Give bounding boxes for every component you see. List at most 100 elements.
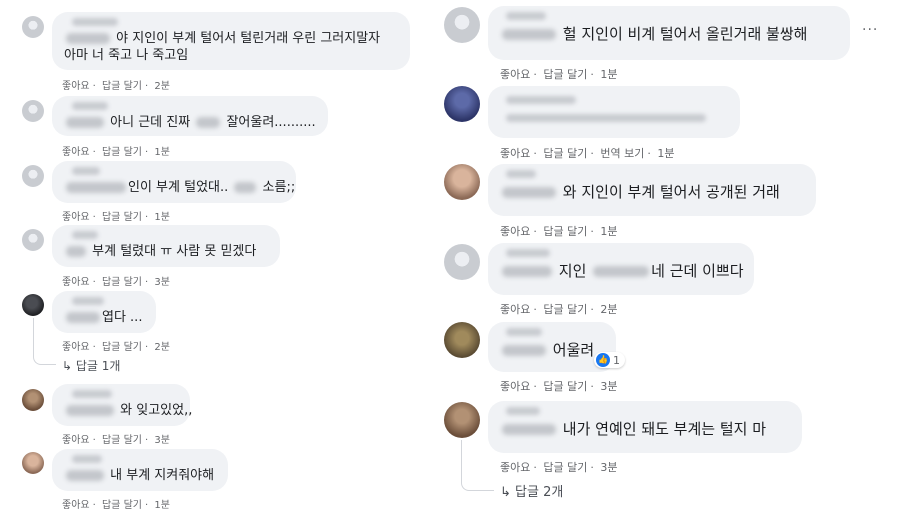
comment-bubble: 내 부계 지켜줘야해: [52, 449, 228, 491]
like-button[interactable]: 좋아요: [500, 380, 530, 393]
view-replies-link[interactable]: ↳ 답글 1개: [62, 357, 120, 374]
comment-text-line2: 아마 너 죽고 나 죽고임: [64, 48, 189, 63]
reply-button[interactable]: 답글 달기: [543, 461, 587, 474]
comment-text: 내가 연예인 돼도 부계는 털지 마: [562, 420, 767, 438]
author-name-blurred[interactable]: [506, 170, 536, 178]
comment-bubble: 엽다 ...: [52, 291, 156, 333]
author-name-blurred[interactable]: [72, 297, 104, 305]
reply-button[interactable]: 답글 달기: [543, 147, 587, 160]
reaction-count-badge[interactable]: 👍 1: [594, 352, 625, 368]
avatar[interactable]: [444, 322, 480, 358]
like-button[interactable]: 좋아요: [62, 500, 90, 511]
comment-actions: 좋아요 · 답글 달기 · 2분: [62, 342, 170, 353]
author-name-blurred[interactable]: [72, 18, 118, 26]
comment-bubble: 내가 연예인 돼도 부계는 털지 마: [488, 401, 802, 453]
comment-actions: 좋아요 · 답글 달기 · 3분: [500, 461, 618, 474]
author-name-blurred[interactable]: [72, 390, 112, 398]
timestamp[interactable]: 1분: [154, 212, 170, 223]
comment-text: 인이 부계 털었대..: [128, 180, 229, 195]
timestamp[interactable]: 3분: [154, 277, 170, 288]
comment-bubble: 지인 네 근데 이쁘다: [488, 243, 754, 295]
like-button[interactable]: 좋아요: [500, 461, 530, 474]
like-button[interactable]: 좋아요: [62, 435, 90, 446]
reply-button[interactable]: 답글 달기: [543, 380, 587, 393]
more-options-button[interactable]: ···: [862, 22, 878, 38]
like-button[interactable]: 좋아요: [62, 277, 90, 288]
comment-text: 어울려: [552, 341, 595, 359]
reply-button[interactable]: 답글 달기: [102, 342, 142, 353]
author-name-blurred[interactable]: [506, 12, 546, 20]
comment-bubble: 부계 털렸대 ㅠ 사람 못 믿겠다: [52, 225, 280, 267]
timestamp[interactable]: 2분: [600, 303, 617, 316]
comment-actions: 좋아요 · 답글 달기 · 1분: [62, 212, 170, 223]
timestamp[interactable]: 1분: [154, 147, 170, 158]
reply-button[interactable]: 답글 달기: [102, 277, 142, 288]
avatar[interactable]: [444, 402, 480, 438]
author-name-blurred[interactable]: [506, 96, 576, 104]
timestamp[interactable]: 1분: [600, 68, 617, 81]
avatar[interactable]: [444, 244, 480, 280]
comment-text: 와 잊고있었,,: [120, 403, 193, 418]
like-button[interactable]: 좋아요: [500, 225, 530, 238]
translate-button[interactable]: 번역 보기: [600, 147, 644, 160]
comment-actions: 좋아요 · 답글 달기 · 3분: [62, 435, 170, 446]
timestamp[interactable]: 1분: [600, 225, 617, 238]
author-name-blurred[interactable]: [506, 328, 542, 336]
author-name-blurred[interactable]: [72, 455, 102, 463]
comment-bubble: 인이 부계 털었대.. 소름;;: [52, 161, 296, 203]
comment-text: 지인: [558, 262, 587, 280]
view-replies-link[interactable]: ↳ 답글 2개: [500, 481, 563, 500]
avatar[interactable]: [22, 389, 44, 411]
avatar[interactable]: [444, 7, 480, 43]
comment-actions: 좋아요 · 답글 달기 · 2분: [500, 303, 618, 316]
comment-text: 야 지인이 부계 털어서 털린거래 우린 그러지말자: [116, 31, 381, 46]
like-button[interactable]: 좋아요: [62, 147, 90, 158]
author-name-blurred[interactable]: [506, 407, 540, 415]
reply-button[interactable]: 답글 달기: [102, 500, 142, 511]
like-button[interactable]: 좋아요: [500, 147, 530, 160]
comment-bubble: 야 지인이 부계 털어서 털린거래 우린 그러지말자 아마 너 죽고 나 죽고임: [52, 12, 410, 70]
like-reaction-icon: 👍: [596, 353, 610, 367]
like-button[interactable]: 좋아요: [62, 212, 90, 223]
timestamp[interactable]: 3분: [154, 435, 170, 446]
reply-button[interactable]: 답글 달기: [543, 303, 587, 316]
timestamp[interactable]: 2분: [154, 81, 170, 92]
like-button[interactable]: 좋아요: [62, 342, 90, 353]
reply-button[interactable]: 답글 달기: [102, 147, 142, 158]
author-name-blurred[interactable]: [72, 167, 100, 175]
comment-bubble: 헐 지인이 비계 털어서 올린거래 불쌍해: [488, 6, 850, 60]
comment-bubble: 와 잊고있었,,: [52, 384, 193, 426]
reply-button[interactable]: 답글 달기: [102, 435, 142, 446]
author-name-blurred[interactable]: [72, 231, 98, 239]
avatar[interactable]: [444, 86, 480, 122]
reply-button[interactable]: 답글 달기: [102, 81, 142, 92]
comment-actions: 좋아요 · 답글 달기 · 3분: [500, 380, 618, 393]
like-button[interactable]: 좋아요: [500, 68, 530, 81]
timestamp[interactable]: 3분: [600, 380, 617, 393]
avatar[interactable]: [22, 165, 44, 187]
timestamp[interactable]: 1분: [154, 500, 170, 511]
reply-button[interactable]: 답글 달기: [543, 225, 587, 238]
comment-text-b: 잘어울려..........: [226, 115, 316, 130]
avatar[interactable]: [22, 100, 44, 122]
author-name-blurred[interactable]: [506, 249, 550, 257]
author-name-blurred[interactable]: [72, 102, 108, 110]
avatar[interactable]: [444, 164, 480, 200]
comment-text-b: 소름;;: [262, 180, 296, 195]
thread-connector: [33, 318, 56, 365]
avatar[interactable]: [22, 229, 44, 251]
avatar[interactable]: [22, 452, 44, 474]
timestamp[interactable]: 1분: [657, 147, 674, 160]
timestamp[interactable]: 3분: [600, 461, 617, 474]
comment-text: 헐 지인이 비계 털어서 올린거래 불쌍해: [562, 25, 808, 43]
reply-button[interactable]: 답글 달기: [102, 212, 142, 223]
reply-button[interactable]: 답글 달기: [543, 68, 587, 81]
avatar[interactable]: [22, 294, 44, 316]
comment-bubble: 와 지인이 부계 털어서 공개된 거래: [488, 164, 816, 216]
comment-actions: 좋아요 · 답글 달기 · 번역 보기 · 1분: [500, 147, 675, 160]
timestamp[interactable]: 2분: [154, 342, 170, 353]
like-button[interactable]: 좋아요: [62, 81, 90, 92]
avatar[interactable]: [22, 16, 44, 38]
comment-text: 엽다 ...: [102, 310, 143, 325]
like-button[interactable]: 좋아요: [500, 303, 530, 316]
